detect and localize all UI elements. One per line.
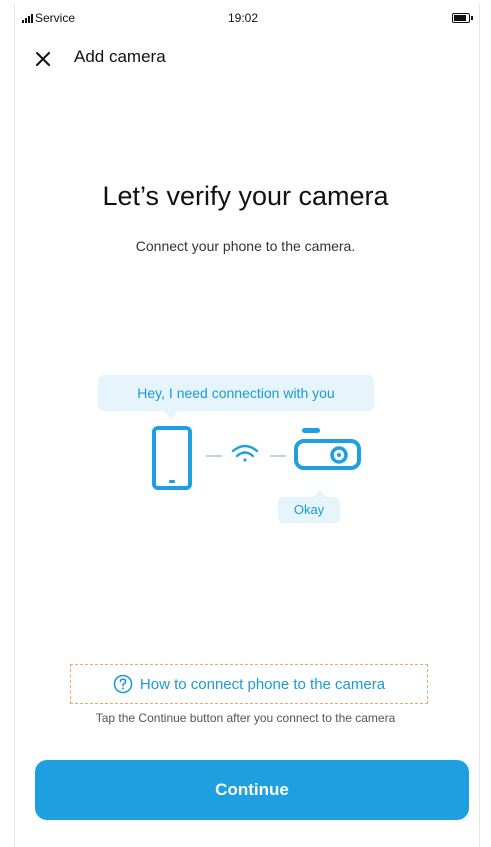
status-time: 19:02 [228,11,259,25]
header-title: Add camera [74,47,166,66]
continue-hint: Tap the Continue button after you connec… [95,711,396,725]
carrier-label: Service [35,11,76,25]
help-link-label: How to connect phone to the camera [139,675,386,693]
camera-icon [294,428,361,470]
camera-speech-bubble: Okay [278,490,340,523]
page-title: Let’s verify your camera [102,181,389,211]
close-button[interactable] [30,46,56,72]
connection-illustration [152,426,361,490]
continue-button[interactable]: Continue [35,760,469,820]
add-camera-screen: Service 19:02 Add camera Let’s verify yo… [0,0,491,847]
status-bar: Service 19:02 [22,10,474,28]
page-subtitle: Connect your phone to the camera. [135,238,356,254]
help-link[interactable]: How to connect phone to the camera [70,664,428,704]
wifi-icon [231,444,259,462]
question-circle-icon [113,674,133,694]
battery-icon [452,13,473,23]
close-icon [36,52,50,66]
phone-speech-bubble: Hey, I need connection with you [98,375,374,419]
signal-icon [22,13,33,23]
phone-icon [152,426,192,490]
